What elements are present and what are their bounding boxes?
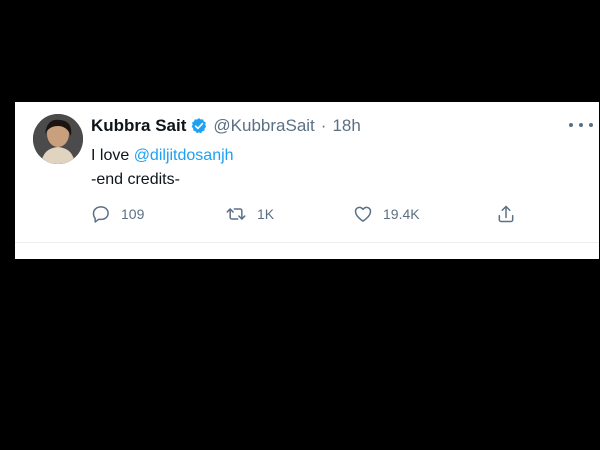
retweet-button[interactable]: 1K	[225, 202, 274, 226]
mention-link[interactable]: @diljitdosanjh	[134, 147, 234, 164]
tweet-card[interactable]: Kubbra Sait @KubbraSait · 18h I love @di…	[15, 102, 599, 259]
author-handle[interactable]: @KubbraSait	[213, 116, 314, 136]
like-count: 19.4K	[383, 206, 420, 222]
more-options-icon[interactable]	[569, 116, 593, 134]
like-button[interactable]: 19.4K	[353, 202, 420, 226]
retweet-icon	[225, 204, 247, 224]
author-name[interactable]: Kubbra Sait	[91, 116, 186, 136]
tweet-header: Kubbra Sait @KubbraSait · 18h	[91, 116, 361, 136]
more-dot	[569, 123, 573, 127]
share-icon	[496, 204, 516, 224]
more-dot	[579, 123, 583, 127]
tweet-line-2: -end credits-	[91, 171, 180, 188]
like-icon	[353, 204, 373, 224]
tweet-text: I love @diljitdosanjh -end credits-	[91, 144, 234, 192]
tweet-timestamp[interactable]: 18h	[332, 116, 360, 136]
tweet-actions: 109 1K 19.4K	[91, 202, 531, 226]
tweet-text-prefix: I love	[91, 147, 134, 164]
avatar[interactable]	[33, 114, 83, 164]
reply-button[interactable]: 109	[91, 202, 144, 226]
reply-count: 109	[121, 206, 145, 222]
more-dot	[589, 123, 593, 127]
share-button[interactable]	[496, 202, 516, 226]
tweet-line-1: I love @diljitdosanjh	[91, 144, 234, 168]
retweet-count: 1K	[257, 206, 275, 222]
verified-badge-icon	[190, 117, 208, 135]
divider	[15, 242, 599, 243]
separator-dot: ·	[320, 116, 327, 135]
reply-icon	[91, 204, 111, 224]
